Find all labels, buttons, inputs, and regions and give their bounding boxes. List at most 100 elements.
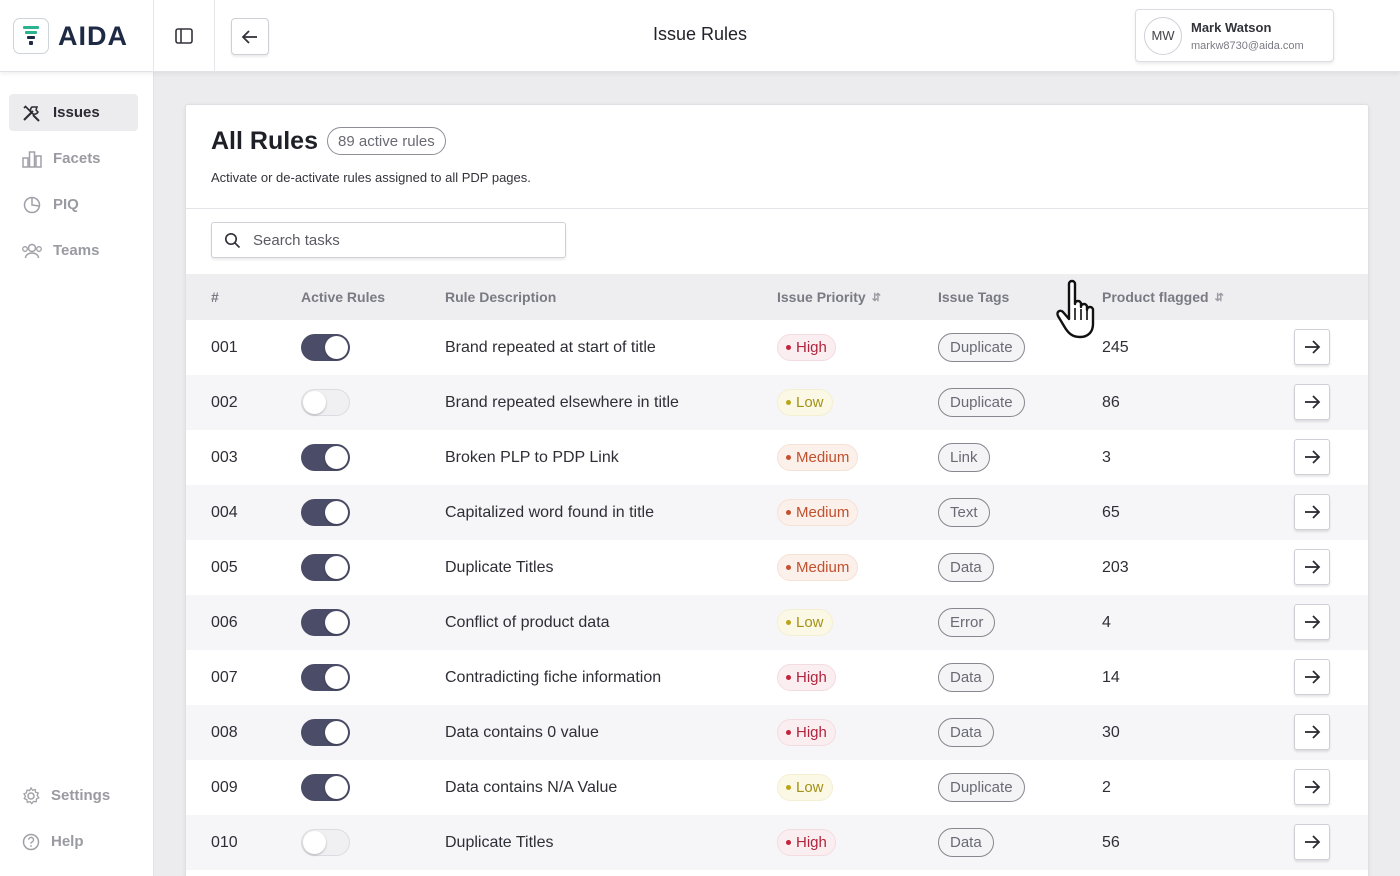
- priority-badge: Medium: [777, 444, 859, 471]
- priority-dot-icon: [786, 455, 791, 460]
- priority-dot-icon: [786, 510, 791, 515]
- rule-active-toggle[interactable]: [301, 444, 350, 471]
- search-input[interactable]: [253, 231, 543, 249]
- column-header-issue-priority[interactable]: Issue Priority ⇵: [777, 274, 881, 320]
- rule-number: 002: [211, 393, 238, 411]
- rule-active-toggle[interactable]: [301, 664, 350, 691]
- priority-label: High: [796, 669, 827, 686]
- user-menu[interactable]: MW Mark Watson markw8730@aida.com: [1135, 9, 1334, 62]
- top-bar: AIDA Issue Rules MW Mark Watson markw873…: [0, 0, 1400, 72]
- arrow-right-icon: [1305, 780, 1321, 794]
- rules-card: All Rules 89 active rules Activate or de…: [185, 104, 1369, 876]
- sidebar-item-help[interactable]: Help: [9, 823, 138, 860]
- arrow-left-icon: [241, 29, 257, 44]
- open-rule-button[interactable]: [1294, 714, 1330, 750]
- product-flagged-count: 203: [1102, 558, 1129, 576]
- priority-badge: High: [777, 334, 836, 361]
- brand[interactable]: AIDA: [0, 0, 154, 72]
- rule-number: 006: [211, 613, 238, 631]
- sidebar-item-piq[interactable]: PIQ: [9, 186, 138, 223]
- issue-tag: Data: [938, 663, 994, 692]
- sidebar-item-label: PIQ: [53, 196, 79, 213]
- open-rule-button[interactable]: [1294, 769, 1330, 805]
- priority-dot-icon: [786, 840, 791, 845]
- sidebar-item-settings[interactable]: Settings: [9, 777, 138, 814]
- priority-badge: High: [777, 664, 836, 691]
- arrow-right-icon: [1305, 835, 1321, 849]
- open-rule-button[interactable]: [1294, 604, 1330, 640]
- open-rule-button[interactable]: [1294, 384, 1330, 420]
- issue-tag: Data: [938, 553, 994, 582]
- sidebar-item-label: Settings: [51, 787, 111, 804]
- rule-number: 009: [211, 778, 238, 796]
- table-row: 003 Broken PLP to PDP Link Medium Link 3: [186, 430, 1368, 485]
- toggle-knob: [325, 721, 348, 744]
- sidebar-item-label: Facets: [53, 150, 101, 167]
- rule-active-toggle[interactable]: [301, 774, 350, 801]
- table-header: # Active Rules Rule Description Issue Pr…: [186, 274, 1368, 320]
- issue-tag: Data: [938, 828, 994, 857]
- product-flagged-count: 56: [1102, 833, 1120, 851]
- product-flagged-count: 4: [1102, 613, 1111, 631]
- table-row: 005 Duplicate Titles Medium Data 203: [186, 540, 1368, 595]
- priority-label: Medium: [796, 449, 850, 466]
- column-header-active-rules: Active Rules: [301, 289, 386, 305]
- priority-dot-icon: [786, 785, 791, 790]
- rule-active-toggle[interactable]: [301, 389, 350, 416]
- sidebar-item-facets[interactable]: Facets: [9, 140, 138, 177]
- product-flagged-count: 3: [1102, 448, 1111, 466]
- issue-tag: Duplicate: [938, 388, 1025, 417]
- column-header-number: #: [211, 289, 219, 305]
- rule-active-toggle[interactable]: [301, 334, 350, 361]
- open-rule-button[interactable]: [1294, 439, 1330, 475]
- rule-active-toggle[interactable]: [301, 829, 350, 856]
- priority-badge: Medium: [777, 499, 859, 526]
- priority-badge: Low: [777, 609, 833, 636]
- sidebar-toggle-button[interactable]: [154, 0, 215, 72]
- priority-label: Low: [796, 394, 824, 411]
- table-row: 006 Conflict of product data Low Error 4: [186, 595, 1368, 650]
- priority-label: Low: [796, 779, 824, 796]
- toggle-knob: [325, 501, 348, 524]
- priority-dot-icon: [786, 345, 791, 350]
- rule-description: Brand repeated elsewhere in title: [445, 393, 679, 411]
- rule-active-toggle[interactable]: [301, 499, 350, 526]
- aida-logo-icon: [13, 18, 49, 54]
- sidebar-item-teams[interactable]: Teams: [9, 232, 138, 269]
- toggle-knob: [303, 831, 326, 854]
- search-field[interactable]: [211, 222, 566, 258]
- back-button[interactable]: [231, 18, 269, 55]
- rule-number: 004: [211, 503, 238, 521]
- open-rule-button[interactable]: [1294, 824, 1330, 860]
- priority-badge: Low: [777, 389, 833, 416]
- rule-description: Capitalized word found in title: [445, 503, 655, 521]
- rule-description: Contradicting fiche information: [445, 668, 662, 686]
- rule-description: Broken PLP to PDP Link: [445, 448, 619, 466]
- issue-tag: Link: [938, 443, 990, 472]
- rule-active-toggle[interactable]: [301, 719, 350, 746]
- rule-active-toggle[interactable]: [301, 609, 350, 636]
- priority-label: High: [796, 834, 827, 851]
- rule-description: Data contains N/A Value: [445, 778, 618, 796]
- toggle-knob: [325, 666, 348, 689]
- rule-active-toggle[interactable]: [301, 554, 350, 581]
- issue-tag: Error: [938, 608, 996, 637]
- toggle-knob: [303, 391, 326, 414]
- arrow-right-icon: [1305, 615, 1321, 629]
- product-flagged-count: 86: [1102, 393, 1120, 411]
- table-row: 004 Capitalized word found in title Medium…: [186, 485, 1368, 540]
- open-rule-button[interactable]: [1294, 549, 1330, 585]
- users-icon: [22, 243, 42, 258]
- open-rule-button[interactable]: [1294, 329, 1330, 365]
- column-header-product-flagged[interactable]: Product flagged ⇵: [1102, 274, 1224, 320]
- rule-number: 005: [211, 558, 238, 576]
- arrow-right-icon: [1305, 670, 1321, 684]
- open-rule-button[interactable]: [1294, 659, 1330, 695]
- toggle-knob: [325, 446, 348, 469]
- sidebar-item-issues[interactable]: Issues: [9, 94, 138, 131]
- priority-badge: Low: [777, 774, 833, 801]
- user-email: markw8730@aida.com: [1191, 39, 1304, 52]
- toggle-knob: [325, 776, 348, 799]
- column-header-rule-description: Rule Description: [445, 289, 557, 305]
- open-rule-button[interactable]: [1294, 494, 1330, 530]
